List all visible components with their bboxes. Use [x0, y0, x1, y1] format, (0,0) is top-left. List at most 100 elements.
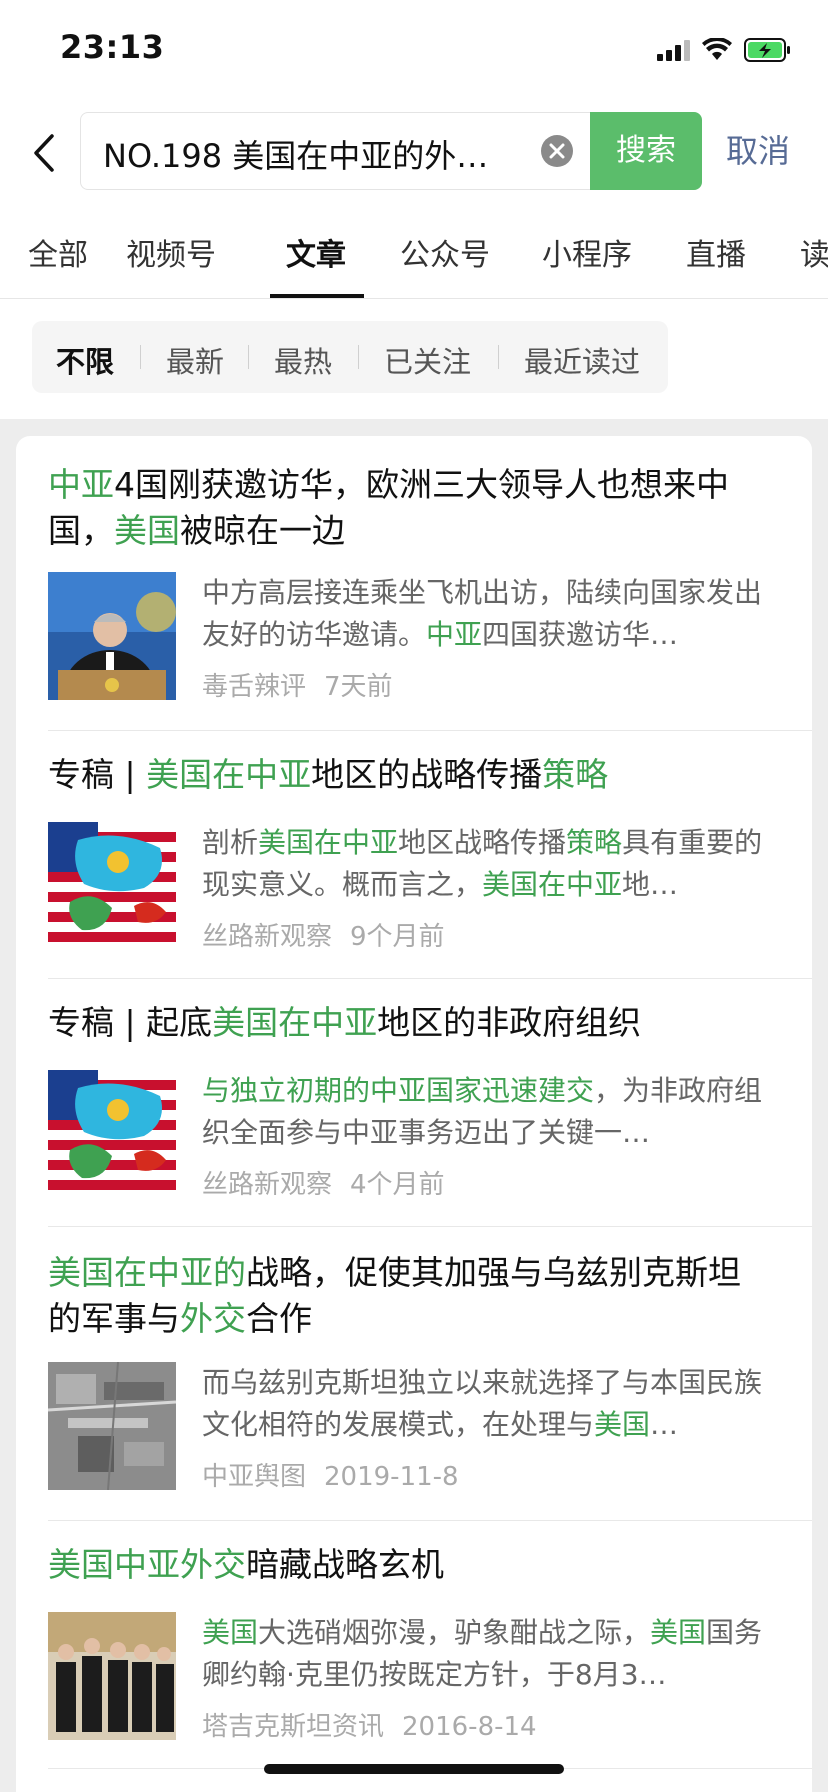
clear-search-icon[interactable]	[541, 135, 573, 167]
result-title: 美国在中亚的战略，促使其加强与乌兹别克斯坦的军事与外交合作	[48, 1250, 768, 1342]
chevron-left-icon	[34, 134, 54, 172]
search-header: NO.198 美国在中亚的外… 搜索 取消	[0, 100, 828, 210]
highlighted-keyword: 中亚	[426, 618, 483, 651]
result-snippet: 与独立初期的中亚国家迅速建交，为非政府组织全面参与中亚事务迈出了关键一…	[202, 1070, 782, 1154]
result-source[interactable]: 毒舌辣评	[202, 672, 306, 702]
text-segment: 四国获邀访华…	[482, 618, 679, 651]
tab-live[interactable]: 直播	[686, 230, 746, 274]
text-segment: 剖析	[202, 826, 259, 859]
divider	[498, 345, 499, 369]
highlighted-keyword: 美国在中亚	[258, 826, 399, 859]
search-input[interactable]: NO.198 美国在中亚的外…	[80, 112, 590, 190]
result-item[interactable]: 美国中亚外交暗藏战略玄机 美国大选硝烟弥漫，驴象酣战之际，美国国务卿约翰·克里仍…	[48, 1520, 812, 1769]
status-time: 23:13	[60, 28, 165, 66]
result-source[interactable]: 中亚舆图	[202, 1462, 306, 1492]
tab-articles[interactable]: 文章	[286, 230, 346, 274]
filter-latest[interactable]: 最新	[166, 339, 224, 381]
text-segment: 地区的非政府组织	[377, 1003, 642, 1042]
text-segment: 地…	[622, 868, 679, 901]
result-snippet: 中方高层接连乘坐飞机出访，陆续向国家发出友好的访华邀请。中亚四国获邀访华…	[202, 572, 782, 656]
result-snippet: 而乌兹别克斯坦独立以来就选择了与本国民族文化相符的发展模式，在处理与美国…	[202, 1362, 782, 1446]
text-segment: 地区的战略传播	[311, 755, 543, 794]
result-meta: 塔吉克斯坦资讯 2016-8-14	[202, 1706, 537, 1743]
result-source[interactable]: 丝路新观察	[202, 1170, 332, 1200]
result-thumbnail	[48, 572, 176, 700]
tab-reading[interactable]: 读	[800, 230, 828, 274]
result-time: 2016-8-14	[402, 1712, 537, 1742]
result-snippet: 美国大选硝烟弥漫，驴象酣战之际，美国国务卿约翰·克里仍按既定方针，于8月3…	[202, 1612, 782, 1696]
highlighted-keyword: 美国	[114, 511, 180, 550]
active-tab-indicator	[270, 294, 364, 298]
tab-channels[interactable]: 视频号	[126, 230, 216, 274]
result-time: 2019-11-8	[324, 1462, 459, 1492]
divider	[248, 345, 249, 369]
system-icons	[657, 32, 792, 68]
home-indicator[interactable]	[264, 1764, 564, 1774]
result-title: 专稿 | 美国在中亚地区的战略传播策略	[48, 752, 768, 798]
status-bar: 23:13	[0, 0, 828, 100]
wifi-icon	[702, 38, 732, 62]
highlighted-keyword: 美国在中亚	[146, 755, 312, 794]
result-title: 中亚4国刚获邀访华，欧洲三大领导人也想来中国，美国被晾在一边	[48, 462, 768, 554]
tab-official-accounts[interactable]: 公众号	[400, 230, 490, 274]
result-source[interactable]: 丝路新观察	[202, 922, 332, 952]
filter-followed[interactable]: 已关注	[384, 339, 471, 381]
result-thumbnail	[48, 822, 176, 950]
highlighted-keyword: 美国	[594, 1408, 651, 1441]
result-time: 9个月前	[350, 922, 445, 952]
search-query-text: NO.198 美国在中亚的外…	[103, 137, 489, 175]
filter-bar: 不限 最新 最热 已关注 最近读过	[0, 299, 828, 419]
cancel-button[interactable]: 取消	[726, 112, 790, 190]
result-thumbnail	[48, 1362, 176, 1490]
filter-chips: 不限 最新 最热 已关注 最近读过	[32, 321, 668, 393]
tab-mini-programs[interactable]: 小程序	[542, 230, 632, 274]
text-segment: 专稿 | 起底	[48, 1003, 213, 1042]
battery-charging-icon	[744, 38, 792, 62]
result-title: 专稿 | 起底美国在中亚地区的非政府组织	[48, 1000, 768, 1046]
result-snippet: 剖析美国在中亚地区战略传播策略具有重要的现实意义。概而言之，美国在中亚地…	[202, 822, 782, 906]
result-title: 美国中亚外交暗藏战略玄机	[48, 1542, 768, 1588]
divider	[358, 345, 359, 369]
result-meta: 丝路新观察 4个月前	[202, 1164, 445, 1201]
text-segment: 暗藏战略玄机	[246, 1545, 444, 1584]
highlighted-keyword: 策略	[542, 755, 609, 794]
highlighted-keyword: 美国在中亚	[482, 868, 623, 901]
highlighted-keyword: 美国在中亚	[212, 1003, 378, 1042]
result-thumbnail	[48, 1070, 176, 1198]
filter-hottest[interactable]: 最热	[274, 339, 332, 381]
result-time: 4个月前	[350, 1170, 445, 1200]
highlighted-keyword: 与独立初期的中亚国家迅速建交	[202, 1074, 595, 1107]
result-meta: 丝路新观察 9个月前	[202, 916, 445, 953]
text-segment: 被晾在一边	[180, 511, 345, 550]
result-item[interactable]: 中亚4国刚获邀访华，欧洲三大领导人也想来中国，美国被晾在一边 中方高层接连乘坐飞…	[48, 436, 812, 731]
result-item[interactable]: 专稿 | 美国在中亚地区的战略传播策略 剖析美国在中亚地区战略传播策略具有重要的…	[48, 730, 812, 979]
result-meta: 毒舌辣评 7天前	[202, 666, 393, 703]
result-meta: 中亚舆图 2019-11-8	[202, 1456, 459, 1493]
text-segment: 专稿 |	[48, 755, 147, 794]
cellular-signal-icon	[657, 39, 690, 61]
highlighted-keyword: 美国中亚外交	[48, 1545, 246, 1584]
text-segment: 大选硝烟弥漫，驴象酣战之际，	[258, 1616, 651, 1649]
highlighted-keyword: 美国	[650, 1616, 707, 1649]
filter-any[interactable]: 不限	[56, 339, 114, 381]
results-card: 中亚4国刚获邀访华，欧洲三大领导人也想来中国，美国被晾在一边 中方高层接连乘坐飞…	[16, 436, 812, 1792]
result-item[interactable]: 美国在中亚的战略，促使其加强与乌兹别克斯坦的军事与外交合作 而乌兹别克斯坦独立以…	[48, 1226, 812, 1521]
filter-recently-read[interactable]: 最近读过	[524, 339, 640, 381]
highlighted-keyword: 美国	[202, 1616, 259, 1649]
text-segment: 合作	[246, 1299, 312, 1338]
back-button[interactable]	[26, 128, 66, 178]
text-segment: 地区战略传播	[398, 826, 567, 859]
tab-all[interactable]: 全部	[28, 230, 88, 274]
result-thumbnail	[48, 1612, 176, 1740]
divider	[140, 345, 141, 369]
highlighted-keyword: 外交	[180, 1299, 246, 1338]
result-time: 7天前	[324, 672, 393, 702]
result-item[interactable]: 专稿 | 起底美国在中亚地区的非政府组织 与独立初期的中亚国家迅速建交，为非政府…	[48, 978, 812, 1227]
search-button[interactable]: 搜索	[590, 112, 702, 190]
highlighted-keyword: 策略	[566, 826, 623, 859]
result-source[interactable]: 塔吉克斯坦资讯	[202, 1712, 384, 1742]
highlighted-keyword: 美国在中亚的	[48, 1253, 246, 1292]
highlighted-keyword: 中亚	[48, 465, 114, 504]
category-tabs: 全部 视频号 文章 公众号 小程序 直播 读	[0, 210, 828, 299]
text-segment: …	[650, 1408, 679, 1441]
